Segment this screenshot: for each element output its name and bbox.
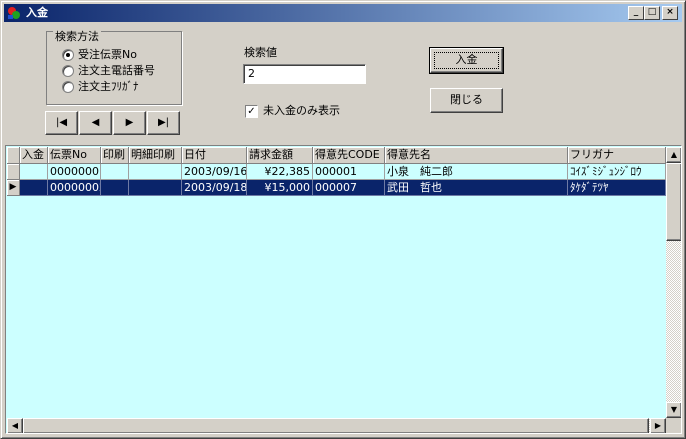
radio-label: 注文主電話番号 xyxy=(78,64,155,77)
cell-printed[interactable] xyxy=(101,164,129,180)
deposit-button[interactable]: 入金 xyxy=(429,47,504,74)
radio-icon[interactable] xyxy=(62,81,74,93)
header-slip-no[interactable]: 伝票No xyxy=(48,147,101,164)
scroll-up-icon[interactable]: ▲ xyxy=(666,147,681,163)
cell-customer-name[interactable]: 武田 哲也 xyxy=(385,180,568,196)
header-customer-code[interactable]: 得意先CODE xyxy=(313,147,385,164)
first-record-button[interactable]: |◀ xyxy=(45,111,78,135)
cell-printed[interactable] xyxy=(101,180,129,196)
header-furigana[interactable]: フリガナ xyxy=(568,147,666,164)
cell-slip-no[interactable]: 00000001 xyxy=(48,164,101,180)
unpaid-only-label: 未入金のみ表示 xyxy=(263,104,340,117)
next-record-button[interactable]: ▶ xyxy=(113,111,146,135)
title-bar[interactable]: 入金 _ □ × xyxy=(4,4,682,22)
cell-amount[interactable]: ¥15,000 xyxy=(247,180,313,196)
current-row-indicator-icon[interactable]: ▶ xyxy=(7,180,20,196)
maximize-button[interactable]: □ xyxy=(644,6,660,20)
search-method-label: 検索方法 xyxy=(53,30,101,43)
window-title: 入金 xyxy=(26,6,48,19)
deposit-grid[interactable]: 入金 伝票No 印刷 明細印刷 日付 請求金額 得意先CODE 得意先名 フリガ… xyxy=(5,145,682,434)
header-corner xyxy=(7,147,20,164)
last-record-button[interactable]: ▶| xyxy=(147,111,180,135)
close-button[interactable]: 閉じる xyxy=(430,88,503,113)
cell-date[interactable]: 2003/09/18 xyxy=(182,180,247,196)
header-paid[interactable]: 入金 xyxy=(20,147,48,164)
cell-customer-name[interactable]: 小泉 純二郎 xyxy=(385,164,568,180)
radio-label: 受注伝票No xyxy=(78,48,137,61)
cell-paid[interactable] xyxy=(20,180,48,196)
scroll-right-icon[interactable]: ▶ xyxy=(650,418,666,433)
horizontal-scrollbar[interactable]: ◀ ▶ xyxy=(7,418,666,433)
cell-furigana[interactable]: ｺｲｽﾞﾐｼﾞｭﾝｼﾞﾛｳ xyxy=(568,164,666,180)
header-detail-printed[interactable]: 明細印刷 xyxy=(129,147,182,164)
horizontal-scroll-thumb[interactable] xyxy=(23,418,649,433)
cell-amount[interactable]: ¥22,385 xyxy=(247,164,313,180)
header-amount[interactable]: 請求金額 xyxy=(247,147,313,164)
cell-slip-no[interactable]: 00000002 xyxy=(48,180,101,196)
scroll-left-icon[interactable]: ◀ xyxy=(7,418,23,433)
close-window-button[interactable]: × xyxy=(662,6,678,20)
cell-paid[interactable] xyxy=(20,164,48,180)
scroll-down-icon[interactable]: ▼ xyxy=(666,402,681,418)
prev-record-button[interactable]: ◀ xyxy=(79,111,112,135)
unpaid-only-checkbox[interactable]: ✓ xyxy=(245,105,258,118)
app-icon xyxy=(8,7,20,19)
header-customer-name[interactable]: 得意先名 xyxy=(385,147,568,164)
vertical-scrollbar[interactable]: ▲ ▼ xyxy=(666,147,681,418)
header-printed[interactable]: 印刷 xyxy=(101,147,129,164)
cell-date[interactable]: 2003/09/16 xyxy=(182,164,247,180)
search-value-label: 検索値 xyxy=(244,46,277,59)
radio-selected-icon[interactable] xyxy=(62,49,74,61)
radio-icon[interactable] xyxy=(62,65,74,77)
radio-label: 注文主ﾌﾘｶﾞﾅ xyxy=(78,80,139,93)
vertical-scroll-thumb[interactable] xyxy=(666,163,681,241)
deposit-window: 入金 _ □ × 検索方法 受注伝票No 注文主電話番号 注文主ﾌﾘｶﾞﾅ |◀… xyxy=(0,0,686,439)
search-value-input[interactable]: 2 xyxy=(243,64,366,84)
cell-detail-printed[interactable] xyxy=(129,180,182,196)
cell-detail-printed[interactable] xyxy=(129,164,182,180)
cell-customer-code[interactable]: 000007 xyxy=(313,180,385,196)
cell-furigana[interactable]: ﾀｹﾀﾞﾃﾂﾔ xyxy=(568,180,666,196)
minimize-button[interactable]: _ xyxy=(628,6,644,20)
cell-customer-code[interactable]: 000001 xyxy=(313,164,385,180)
scrollbar-corner xyxy=(666,418,681,433)
row-header[interactable] xyxy=(7,164,20,180)
header-date[interactable]: 日付 xyxy=(182,147,247,164)
